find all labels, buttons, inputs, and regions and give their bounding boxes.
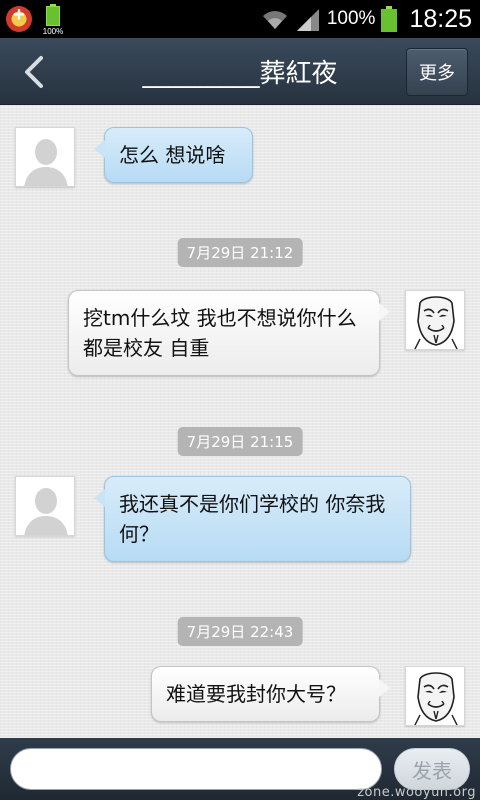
chevron-left-icon [25, 56, 43, 88]
message-timestamp: 7月29日 21:12 [177, 238, 303, 267]
message-text: 我还真不是你们学校的 你奈我何？ [119, 492, 386, 546]
input-bar: 发表 zone.wooyun.org [0, 738, 480, 800]
battery-icon [381, 6, 398, 32]
status-bar-notifications: 100% [6, 4, 68, 36]
message-bubble-outgoing[interactable]: 挖tm什么坟 我也不想说你什么 都是校友 自重 [68, 290, 390, 376]
status-bar-indicators: 100% 18:25 [261, 0, 472, 38]
message-text: 挖tm什么坟 我也不想说你什么 都是校友 自重 [83, 306, 357, 360]
send-button[interactable]: 发表 [394, 748, 470, 790]
battery-percent: 100% [326, 8, 376, 29]
message-bubble-incoming[interactable]: 怎么 想说啥 [94, 127, 253, 183]
my-avatar[interactable] [405, 666, 465, 726]
message-timestamp: 7月29日 21:15 [177, 427, 303, 456]
small-battery-icon: 100% [38, 4, 68, 36]
message-bubble-outgoing[interactable]: 难道要我封你大号？ [151, 666, 390, 722]
title-bar: _________葬紅夜 更多 [0, 38, 480, 105]
message-timestamp: 7月29日 22:43 [177, 617, 303, 646]
app-notification-icon [6, 4, 32, 32]
mask-face-icon [406, 291, 464, 349]
back-button[interactable] [12, 50, 56, 94]
small-battery-percent: 100% [42, 27, 64, 36]
watermark: zone.wooyun.org [357, 785, 476, 800]
mask-face-icon [406, 667, 464, 725]
message-input[interactable] [10, 748, 382, 790]
wifi-icon [262, 11, 287, 29]
default-user-icon [16, 128, 74, 186]
message-text: 难道要我封你大号？ [166, 682, 346, 706]
message-bubble-incoming[interactable]: 我还真不是你们学校的 你奈我何？ [94, 476, 411, 562]
status-time: 18:25 [409, 4, 472, 33]
chat-area[interactable]: 怎么 想说啥 7月29日 21:12 挖tm什么坟 我也不想说你什么 都是校友 … [0, 105, 480, 738]
contact-avatar[interactable] [15, 476, 75, 536]
more-button[interactable]: 更多 [406, 48, 468, 96]
status-bar: 100% 100% 18:25 [0, 0, 480, 38]
default-user-icon [16, 477, 74, 535]
my-avatar[interactable] [405, 290, 465, 350]
message-text: 怎么 想说啥 [119, 143, 226, 167]
signal-icon [296, 9, 319, 31]
page-title: _________葬紅夜 [142, 59, 338, 89]
contact-avatar[interactable] [15, 127, 75, 187]
